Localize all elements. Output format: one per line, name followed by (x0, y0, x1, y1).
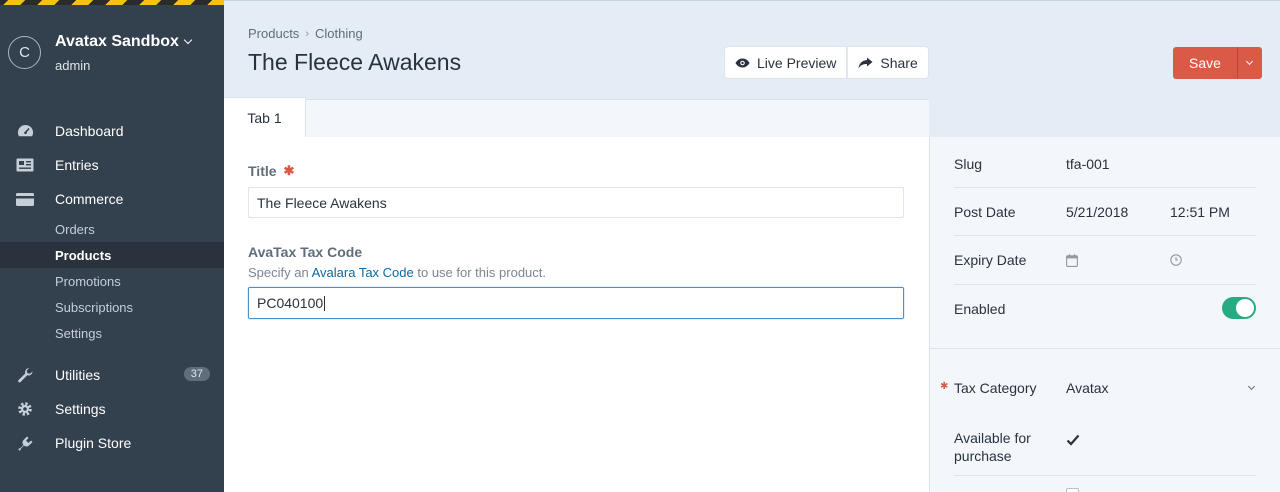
site-switcher[interactable]: C Avatax Sandbox admin (8, 33, 193, 73)
available-row: Available for purchase (954, 419, 1256, 476)
nav-item-utilities[interactable]: Utilities 37 (0, 358, 224, 392)
tab-1[interactable]: Tab 1 (224, 97, 306, 138)
nav-subitem-orders[interactable]: Orders (0, 216, 224, 242)
wrench-icon (16, 366, 34, 384)
nav-item-label: Commerce (55, 191, 124, 207)
post-date-label: Post Date (954, 203, 1016, 220)
nav-subitem-subscriptions[interactable]: Subscriptions (0, 294, 224, 320)
nav-item-entries[interactable]: Entries (0, 148, 224, 182)
share-label: Share (880, 54, 918, 71)
nav-subitem-promotions[interactable]: Promotions (0, 268, 224, 294)
nav-item-plugin-store[interactable]: Plugin Store (0, 426, 224, 460)
tax-category-row: ✱ Tax Category Avatax (940, 364, 1256, 412)
title-label: Title (248, 163, 277, 179)
save-options-button[interactable] (1236, 47, 1262, 79)
nav-item-commerce[interactable]: Commerce (0, 182, 224, 216)
breadcrumb-separator-icon: › (305, 27, 309, 40)
nav-subitem-settings[interactable]: Settings (0, 320, 224, 346)
breadcrumb: Products › Clothing (248, 26, 363, 41)
expiry-date-input[interactable] (1066, 253, 1170, 267)
title-input-value: The Fleece Awakens (257, 194, 387, 211)
tax-code-instructions: Specify an Avalara Tax Code to use for t… (248, 265, 904, 280)
tax-category-label: Tax Category (954, 380, 1037, 396)
checkmark-icon (1066, 434, 1080, 446)
tax-code-input-value: PC040100 (257, 295, 324, 311)
required-asterisk-icon: ✱ (940, 381, 949, 392)
live-preview-button[interactable]: Live Preview (724, 46, 848, 79)
required-asterisk-icon: ✱ (283, 163, 295, 178)
share-button[interactable]: Share (847, 46, 929, 79)
chevron-down-icon (1247, 382, 1256, 391)
tax-code-instructions-post: to use for this product. (417, 265, 546, 280)
content-pane: Title ✱ The Fleece Awakens AvaTax Tax Co… (224, 137, 929, 492)
nav-item-dashboard[interactable]: Dashboard (0, 114, 224, 148)
site-name[interactable]: Avatax Sandbox (55, 33, 193, 51)
tax-category-select[interactable]: Avatax (1066, 380, 1249, 396)
preview-share-group: Live Preview Share (724, 46, 929, 79)
text-caret (324, 295, 326, 311)
nav-item-settings[interactable]: Settings (0, 392, 224, 426)
tax-code-field: AvaTax Tax Code Specify an Avalara Tax C… (248, 244, 904, 319)
title-field: Title ✱ The Fleece Awakens (248, 163, 904, 218)
enabled-row: Enabled (954, 285, 1256, 332)
available-checkbox[interactable] (1066, 433, 1080, 447)
nav-item-label: Dashboard (55, 123, 124, 139)
available-label: Available for purchase (954, 430, 1031, 464)
slug-row: Slug tfa-001 (954, 141, 1256, 188)
avalara-tax-code-link[interactable]: Avalara Tax Code (312, 265, 414, 280)
post-date-input[interactable]: 5/21/2018 (1066, 204, 1170, 220)
nav-item-label: Utilities (55, 367, 101, 383)
eye-icon (735, 58, 750, 68)
newspaper-icon (16, 156, 34, 174)
title-input[interactable]: The Fleece Awakens (248, 187, 904, 218)
chevron-down-icon (1246, 57, 1254, 66)
expiry-time-input[interactable] (1170, 254, 1182, 266)
nav-subitem-products[interactable]: Products (0, 242, 224, 268)
sidebar: C Avatax Sandbox admin Dashboard Entries (0, 0, 224, 492)
title-field-heading: Title ✱ (248, 163, 904, 179)
live-preview-label: Live Preview (757, 54, 837, 71)
post-time-input[interactable]: 12:51 PM (1170, 204, 1230, 220)
main-nav: Dashboard Entries Commerce Orders Produc… (0, 114, 224, 460)
utilities-badge: 37 (183, 367, 210, 381)
clock-icon (1170, 254, 1182, 266)
post-date-row: Post Date 5/21/2018 12:51 PM (954, 188, 1256, 236)
page-header: Products › Clothing The Fleece Awakens L… (224, 0, 1280, 100)
breadcrumb-clothing[interactable]: Clothing (315, 26, 363, 41)
credit-card-icon (16, 190, 34, 208)
tab-bar: Tab 1 (224, 97, 929, 138)
site-logo: C (8, 36, 41, 69)
page-title: The Fleece Awakens (248, 49, 462, 75)
breadcrumb-products[interactable]: Products (248, 26, 299, 41)
plug-icon (16, 434, 34, 452)
environment-warning-stripe (0, 0, 224, 5)
current-user: admin (55, 58, 91, 73)
enabled-toggle[interactable] (1222, 297, 1256, 319)
gauge-icon (16, 122, 34, 140)
site-name-label: Avatax Sandbox (55, 33, 179, 50)
slug-label: Slug (954, 156, 983, 172)
calendar-icon (1066, 253, 1078, 267)
nav-item-label: Plugin Store (55, 435, 132, 451)
partial-checkbox[interactable] (1066, 488, 1079, 492)
expiry-date-row: Expiry Date (954, 236, 1256, 285)
gear-icon (16, 400, 34, 418)
share-arrow-icon (858, 57, 873, 69)
slug-input[interactable]: tfa-001 (1066, 156, 1110, 172)
tax-code-label: AvaTax Tax Code (248, 244, 363, 260)
meta-pane: Slug tfa-001 Post Date 5/21/2018 12:51 P… (929, 137, 1280, 492)
expiry-date-label: Expiry Date (954, 252, 1027, 268)
toggle-knob (1236, 299, 1254, 317)
nav-item-label: Settings (55, 401, 106, 417)
tax-code-instructions-pre: Specify an (248, 265, 309, 280)
chevron-down-icon (183, 35, 193, 45)
save-button-group: Save (1173, 47, 1262, 79)
enabled-label: Enabled (954, 300, 1006, 317)
tax-code-input[interactable]: PC040100 (248, 287, 904, 319)
nav-item-label: Entries (55, 157, 99, 173)
save-button[interactable]: Save (1173, 47, 1237, 79)
meta-divider (930, 348, 1280, 349)
